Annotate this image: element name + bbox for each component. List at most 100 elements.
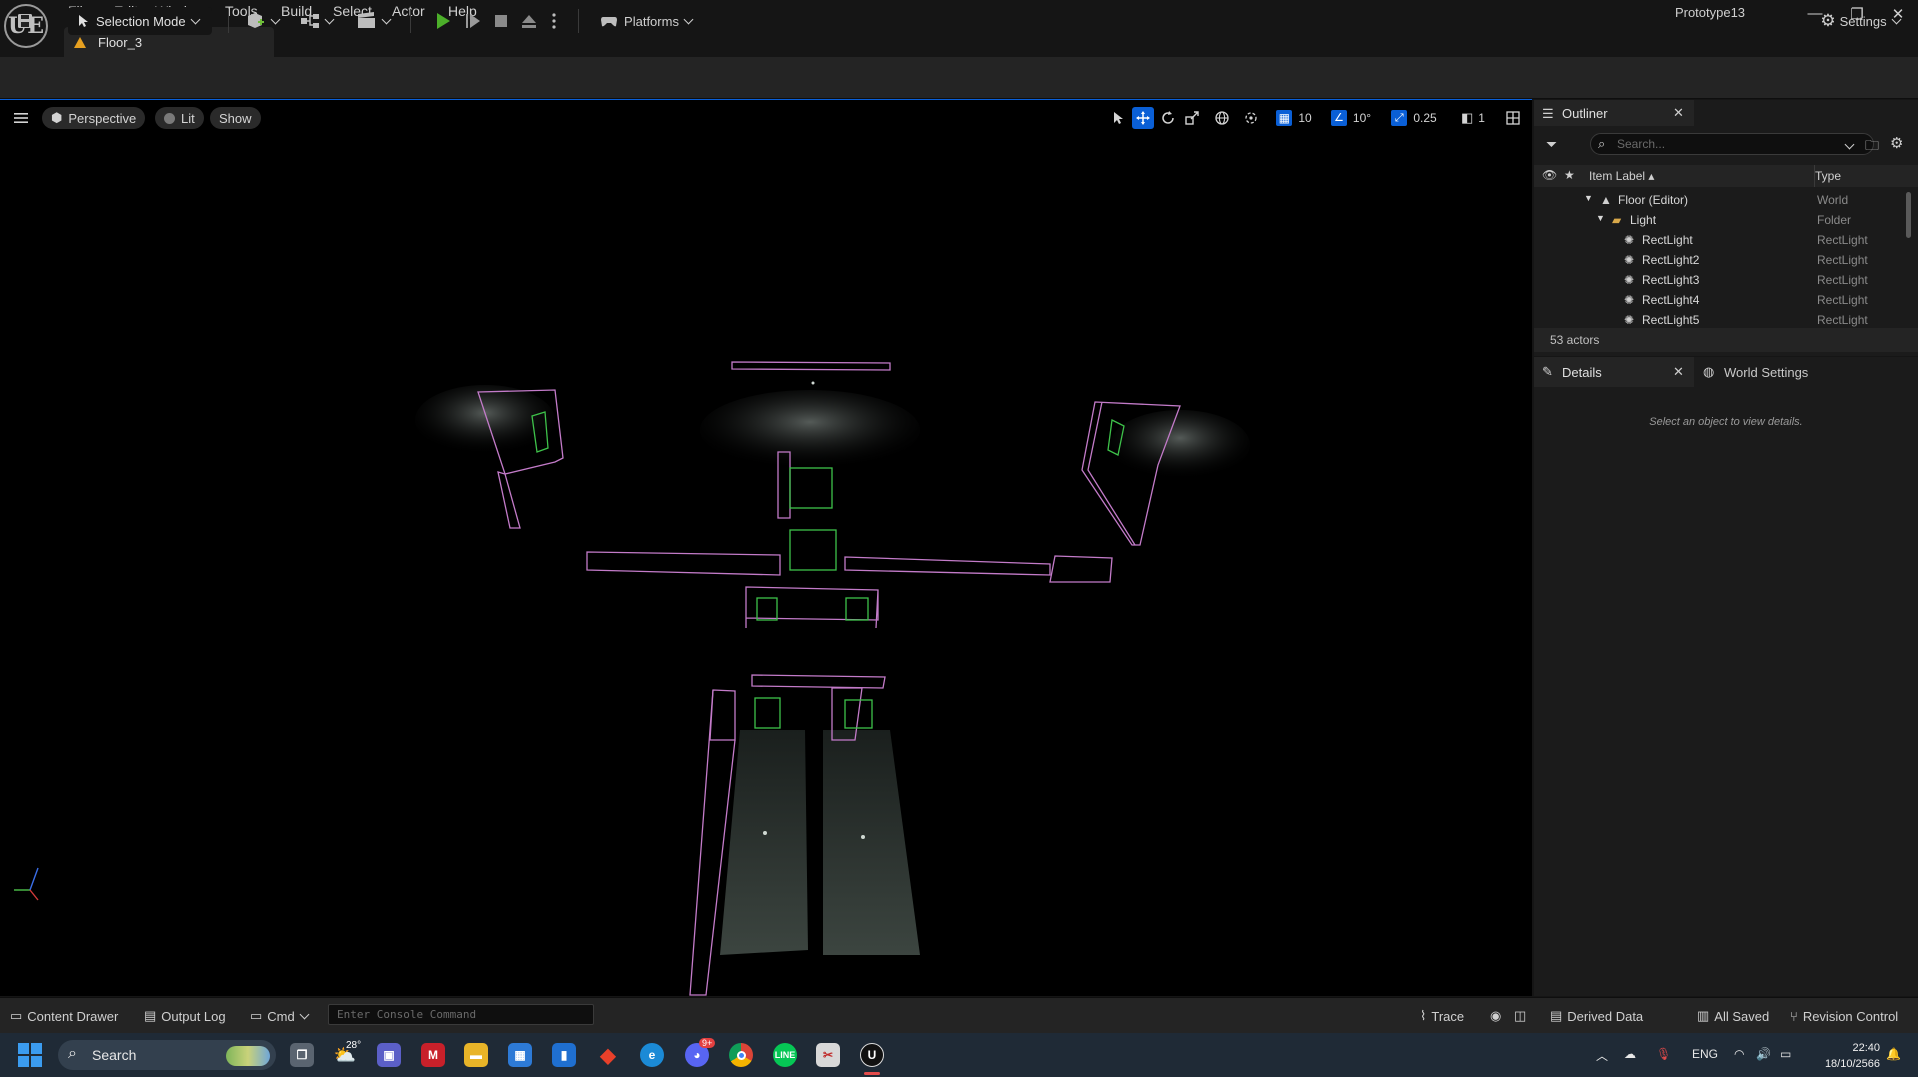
- outliner-row[interactable]: ✺ RectLight4 RectLight: [1534, 290, 1906, 310]
- language-indicator[interactable]: ENG: [1692, 1047, 1718, 1061]
- pin-star-icon[interactable]: ★: [1564, 168, 1575, 182]
- blueprint-icon[interactable]: [296, 7, 336, 35]
- eject-icon[interactable]: [516, 7, 542, 35]
- globe-icon: ◍: [1703, 364, 1715, 379]
- screenshot-icon[interactable]: ◫: [1514, 1007, 1526, 1025]
- light-point: [861, 835, 865, 839]
- rotation-snap-value: 10°: [1352, 111, 1372, 125]
- outliner-row[interactable]: ▼ ▰ Light Folder: [1534, 210, 1906, 230]
- advance-frame-icon[interactable]: [460, 7, 486, 35]
- outliner-scrollbar[interactable]: [1906, 192, 1911, 238]
- chrome-icon[interactable]: [729, 1043, 753, 1067]
- level-viewport[interactable]: [0, 100, 1532, 996]
- git-icon[interactable]: ◆: [596, 1043, 620, 1067]
- pencil-icon: ✎: [1542, 364, 1553, 379]
- task-view-icon[interactable]: ❐: [290, 1043, 314, 1067]
- volume-icon[interactable]: 🔊: [1756, 1047, 1771, 1061]
- revision-control-button[interactable]: ⑂ Revision Control: [1790, 1007, 1898, 1025]
- outliner-row[interactable]: ▼ ▲ Floor (Editor) World: [1534, 190, 1906, 210]
- taskbar-clock[interactable]: 22:40 18/10/2566: [1808, 1040, 1880, 1072]
- viewport-menu-icon[interactable]: [10, 107, 32, 129]
- gamepad-icon: [601, 17, 618, 27]
- battery-icon[interactable]: ▭: [1780, 1047, 1791, 1061]
- file-explorer-icon[interactable]: ▬: [464, 1043, 488, 1067]
- save-icon[interactable]: [12, 7, 38, 35]
- cinematics-icon[interactable]: [352, 7, 394, 35]
- world-space-icon[interactable]: [1211, 107, 1233, 129]
- taskbar-search-label: Search: [92, 1047, 137, 1063]
- camera-speed-button[interactable]: ◧ 1: [1455, 107, 1491, 129]
- store-icon[interactable]: ▦: [508, 1043, 532, 1067]
- settings-dropdown[interactable]: ⚙ Settings: [1812, 7, 1908, 35]
- folder-icon: ▰: [1612, 213, 1622, 227]
- rotation-snap-toggle[interactable]: ∠ 10°: [1327, 107, 1375, 129]
- filter-icon[interactable]: ⏷: [1546, 136, 1557, 153]
- scale-tool-icon[interactable]: [1181, 107, 1203, 129]
- cmd-dropdown[interactable]: ▭ Cmd: [250, 1007, 310, 1025]
- tab-outliner[interactable]: Outliner: [1534, 100, 1694, 126]
- edge-icon[interactable]: e: [640, 1043, 664, 1067]
- teams-icon[interactable]: ▣: [377, 1043, 401, 1067]
- add-folder-icon[interactable]: 🗀: [1865, 135, 1879, 159]
- clock-time: 22:40: [1852, 1042, 1880, 1054]
- tray-overflow-icon[interactable]: ︿: [1596, 1047, 1608, 1064]
- lit-button[interactable]: Lit: [155, 107, 204, 129]
- item-label-column[interactable]: Item Label ▴: [1589, 169, 1654, 183]
- platforms-dropdown[interactable]: Platforms: [596, 7, 696, 35]
- windows-start-icon[interactable]: [18, 1043, 42, 1067]
- selection-mode-label: Selection Mode: [96, 13, 186, 29]
- translate-tool-icon[interactable]: [1132, 107, 1154, 129]
- select-tool-icon[interactable]: [1107, 107, 1129, 129]
- record-icon[interactable]: ◉: [1490, 1007, 1501, 1025]
- all-saved-button[interactable]: ▥ All Saved: [1697, 1007, 1769, 1025]
- wifi-icon[interactable]: ◠: [1734, 1047, 1744, 1061]
- chevron-down-icon[interactable]: [1840, 136, 1855, 151]
- tab-world-settings[interactable]: World Settings: [1700, 357, 1850, 387]
- content-drawer-button[interactable]: ▭ Content Drawer: [10, 1007, 118, 1025]
- close-details-icon[interactable]: ✕: [1673, 364, 1684, 380]
- surface-snap-icon[interactable]: [1240, 107, 1262, 129]
- notification-badge: 9+: [699, 1038, 716, 1048]
- close-outliner-icon[interactable]: ✕: [1673, 105, 1684, 121]
- outliner-row[interactable]: ✺ RectLight3 RectLight: [1534, 270, 1906, 290]
- outliner-row-label: RectLight5: [1642, 313, 1700, 327]
- trace-icon: ⌇: [1420, 1008, 1427, 1023]
- rotate-tool-icon[interactable]: [1157, 107, 1179, 129]
- add-actor-icon[interactable]: [242, 7, 282, 35]
- derived-data-button[interactable]: ▤ Derived Data: [1550, 1007, 1643, 1025]
- grid-snap-toggle[interactable]: ▦ 10: [1271, 107, 1317, 129]
- line-icon[interactable]: LINE: [773, 1043, 797, 1067]
- notification-bell-icon[interactable]: 🔔: [1886, 1047, 1901, 1061]
- selection-mode-dropdown[interactable]: Selection Mode: [68, 7, 212, 35]
- outliner-row-type: RectLight: [1817, 293, 1868, 307]
- outliner-search-input[interactable]: Search...: [1590, 133, 1874, 155]
- outliner-row-label: Light: [1630, 213, 1657, 227]
- outliner-row[interactable]: ✺ RectLight RectLight: [1534, 230, 1906, 250]
- outliner-row[interactable]: ✺ RectLight5 RectLight: [1534, 310, 1906, 330]
- stop-icon[interactable]: [488, 7, 514, 35]
- mcafee-icon[interactable]: M: [421, 1043, 445, 1067]
- tab-details[interactable]: Details: [1534, 357, 1694, 387]
- onedrive-icon[interactable]: ☁: [1624, 1047, 1636, 1061]
- expand-arrow-icon[interactable]: ▼: [1584, 193, 1593, 203]
- play-icon[interactable]: [430, 7, 456, 35]
- app-blue-icon[interactable]: ▮: [552, 1043, 576, 1067]
- snipping-tool-icon[interactable]: ✂: [816, 1043, 840, 1067]
- console-command-input[interactable]: Enter Console Command: [328, 1004, 594, 1025]
- scale-snap-toggle[interactable]: ⤢ 0.25: [1385, 107, 1443, 129]
- actor-count-bar: 53 actors: [1534, 328, 1918, 352]
- outliner-row[interactable]: ✺ RectLight2 RectLight: [1534, 250, 1906, 270]
- expand-arrow-icon[interactable]: ▼: [1596, 213, 1605, 223]
- show-button[interactable]: Show: [210, 107, 261, 129]
- menu-actor[interactable]: Actor: [392, 3, 425, 23]
- output-log-button[interactable]: ▤ Output Log: [144, 1007, 226, 1025]
- trace-button[interactable]: ⌇ Trace: [1420, 1007, 1464, 1025]
- viewport-layout-icon[interactable]: [1502, 107, 1524, 129]
- perspective-button[interactable]: ⬢ Perspective: [42, 107, 146, 129]
- more-options-icon[interactable]: [546, 7, 562, 35]
- type-column[interactable]: Type: [1815, 169, 1841, 183]
- outliner-settings-icon[interactable]: ⚙: [1890, 134, 1903, 152]
- visibility-eye-icon[interactable]: 👁: [1542, 168, 1557, 182]
- unreal-engine-taskbar-icon[interactable]: U: [860, 1043, 884, 1067]
- microphone-icon[interactable]: 🎙: [1656, 1047, 1671, 1061]
